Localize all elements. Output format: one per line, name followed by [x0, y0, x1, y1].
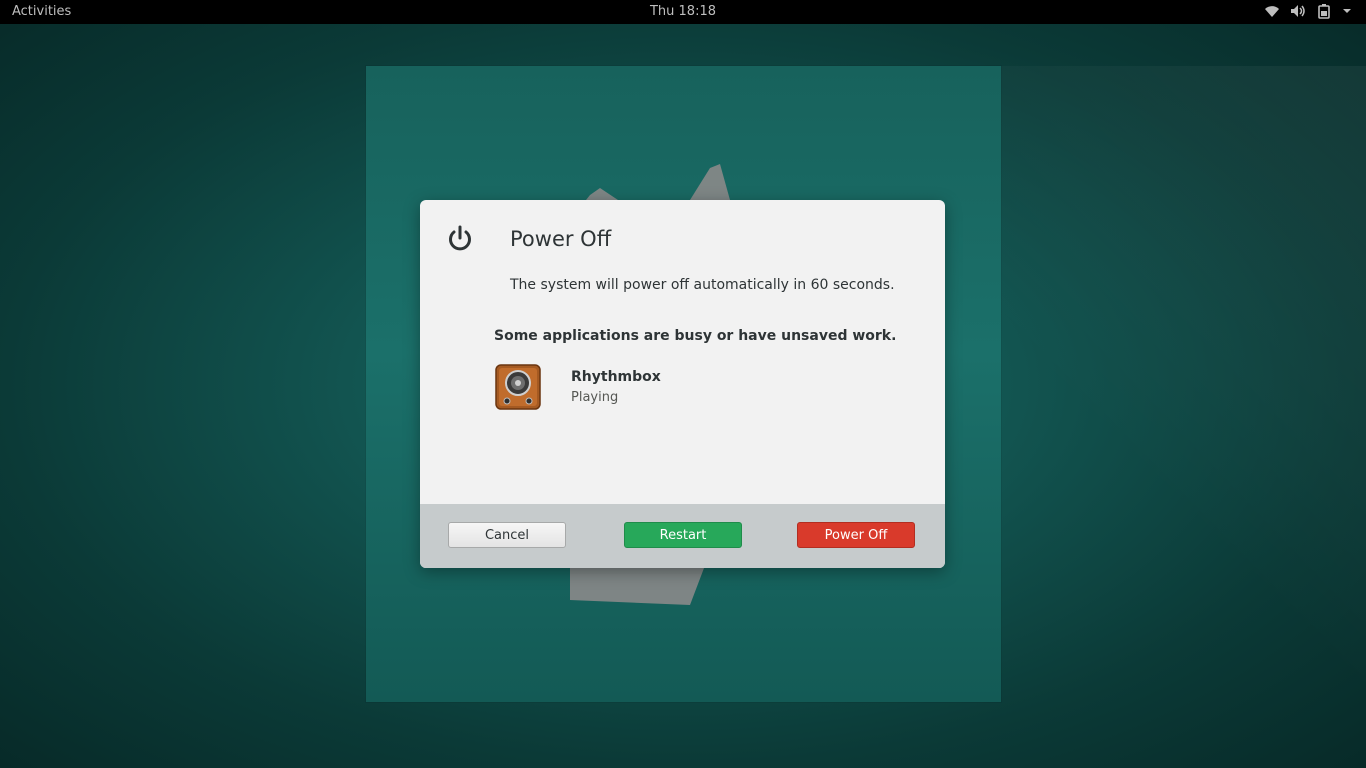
wallpaper-diagonal — [1001, 66, 1366, 766]
clock[interactable]: Thu 18:18 — [0, 4, 1366, 19]
app-name: Rhythmbox — [571, 369, 661, 385]
dialog-title: Power Off — [510, 227, 612, 251]
power-off-dialog: Power Off The system will power off auto… — [420, 200, 945, 568]
wifi-icon[interactable] — [1264, 4, 1280, 18]
system-tray[interactable] — [1264, 3, 1352, 19]
volume-icon[interactable] — [1290, 4, 1306, 18]
rhythmbox-icon — [495, 364, 541, 410]
busy-apps-heading: Some applications are busy or have unsav… — [494, 328, 897, 344]
dialog-button-bar: Cancel Restart Power Off — [420, 504, 945, 568]
battery-icon[interactable] — [1316, 3, 1332, 19]
app-status: Playing — [571, 390, 619, 405]
dialog-description: The system will power off automatically … — [510, 277, 895, 293]
top-bar: Activities Thu 18:18 — [0, 0, 1366, 24]
list-item: Rhythmbox Playing — [495, 364, 845, 410]
restart-button[interactable]: Restart — [624, 522, 742, 548]
chevron-down-icon[interactable] — [1342, 7, 1352, 15]
power-off-button[interactable]: Power Off — [797, 522, 915, 548]
cancel-button[interactable]: Cancel — [448, 522, 566, 548]
power-icon — [449, 225, 471, 251]
